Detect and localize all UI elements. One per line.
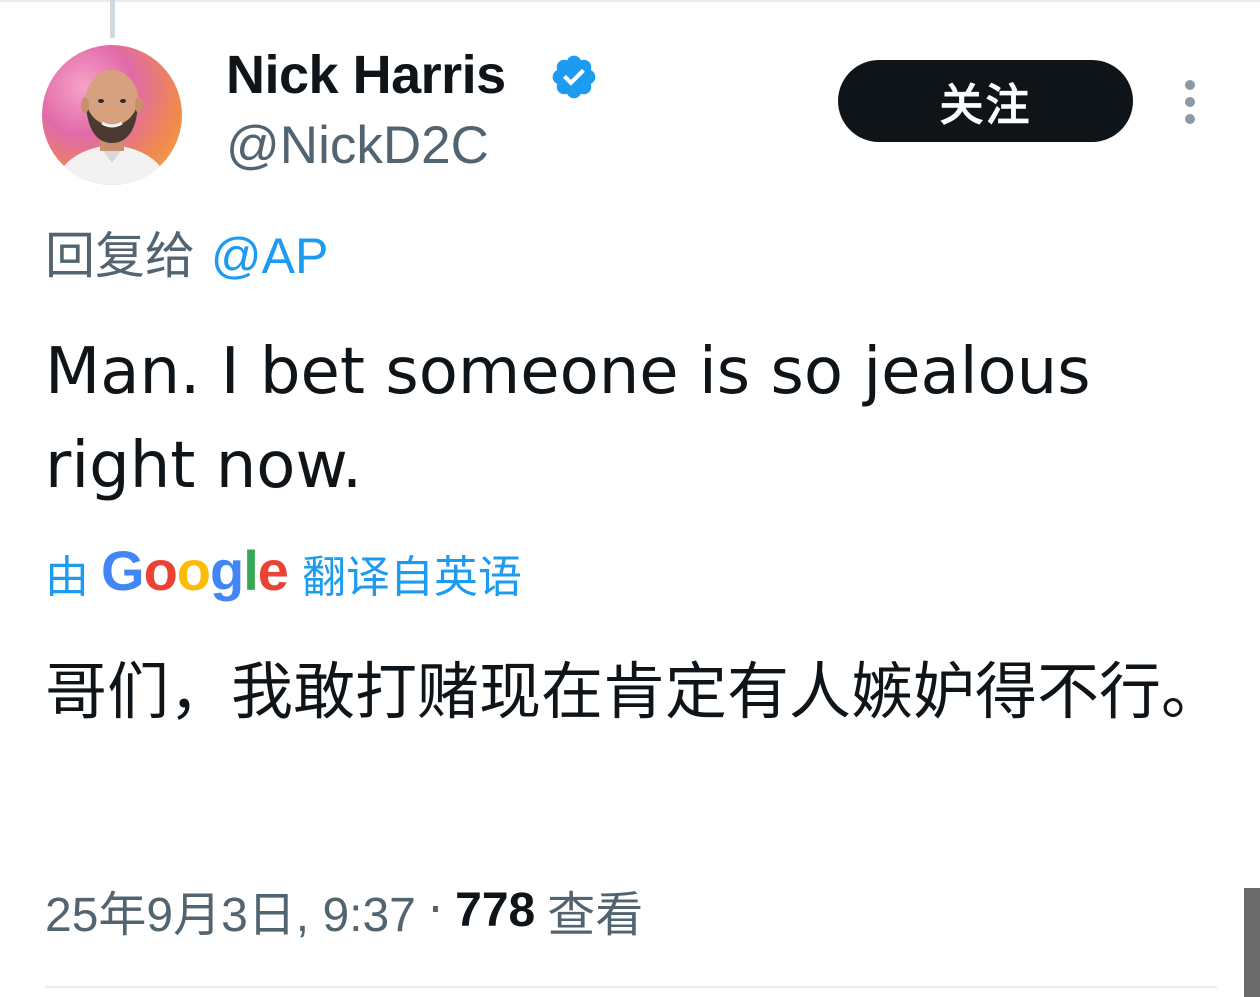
more-vertical-icon[interactable] <box>1172 78 1208 126</box>
translation-by-label: 由 <box>45 552 89 603</box>
tweet-timestamp[interactable]: 25年9月3日, 9:37 <box>45 875 416 945</box>
follow-button[interactable]: 关注 <box>838 60 1133 142</box>
author-display-name[interactable]: Nick Harris <box>226 42 506 108</box>
tweet-text: Man. I bet someone is so jealous right n… <box>45 335 1091 503</box>
reply-context: 回复给 @AP <box>45 224 328 288</box>
scrollbar-thumb[interactable] <box>1244 888 1260 997</box>
thread-connector-line <box>110 0 115 38</box>
verified-badge-icon <box>552 55 596 99</box>
views-label: 查看 <box>547 887 644 943</box>
translation-source-label: 翻译自英语 <box>301 552 522 603</box>
meta-separator: · <box>427 882 444 938</box>
bottom-divider <box>45 986 1217 988</box>
author-handle[interactable]: @NickD2C <box>226 114 489 178</box>
top-divider <box>0 0 1260 2</box>
reply-prefix: 回复给 <box>45 227 195 285</box>
views-count: 778 <box>455 883 536 937</box>
avatar-photo-icon <box>54 70 170 185</box>
reply-mention-link[interactable]: @AP <box>211 228 328 284</box>
tweet-meta: 25年9月3日, 9:37 · 778 查看 <box>45 875 643 945</box>
translated-tweet-text: 哥们，我敢打赌现在肯定有人嫉妒得不行。 <box>45 655 1224 728</box>
translation-attribution[interactable]: 由 Google 翻译自英语 <box>45 538 522 608</box>
avatar[interactable] <box>42 45 182 185</box>
google-logo: Google <box>101 538 289 602</box>
